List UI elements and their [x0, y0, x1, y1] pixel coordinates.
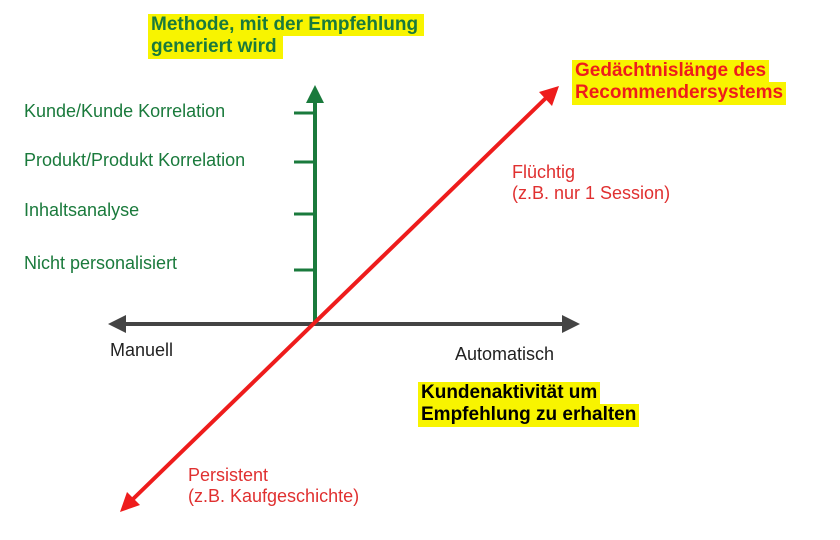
- z-axis-upper-label: Flüchtig (z.B. nur 1 Session): [512, 162, 670, 204]
- y-level-nicht: Nicht personalisiert: [24, 253, 178, 273]
- x-axis-title: Kundenaktivität um Empfehlung zu erhalte…: [418, 382, 640, 427]
- z-upper-line1: Flüchtig: [512, 162, 576, 182]
- x-axis-title-line2: Empfehlung zu erhalten: [418, 404, 640, 427]
- z-axis-title-line2: Recommendersystems: [572, 82, 787, 105]
- x-axis-right-label: Automatisch: [455, 344, 555, 364]
- y-level-inhalt: Inhaltsanalyse: [24, 200, 140, 220]
- y-axis-title: Methode, mit der Empfehlung generiert wi…: [148, 14, 425, 59]
- x-axis-right-arrowhead: [562, 315, 580, 333]
- x-axis-left-label: Manuell: [110, 340, 174, 360]
- z-lower-line2: (z.B. Kaufgeschichte): [188, 486, 360, 507]
- z-lower-line1: Persistent: [188, 465, 269, 485]
- y-axis-title-line1: Methode, mit der Empfehlung: [148, 14, 425, 37]
- y-level-kunde: Kunde/Kunde Korrelation: [24, 101, 226, 121]
- y-level-produkt: Produkt/Produkt Korrelation: [24, 150, 246, 170]
- x-axis-left-arrowhead: [108, 315, 126, 333]
- y-axis-arrowhead: [306, 85, 324, 103]
- z-axis-lower-label: Persistent (z.B. Kaufgeschichte): [188, 465, 359, 507]
- z-upper-line2: (z.B. nur 1 Session): [512, 183, 671, 204]
- z-axis-title: Gedächtnislänge des Recommendersystems: [572, 60, 787, 105]
- y-axis-title-line2: generiert wird: [148, 36, 283, 59]
- x-axis-title-line1: Kundenaktivität um: [418, 382, 601, 405]
- z-axis-title-line1: Gedächtnislänge des: [572, 60, 770, 83]
